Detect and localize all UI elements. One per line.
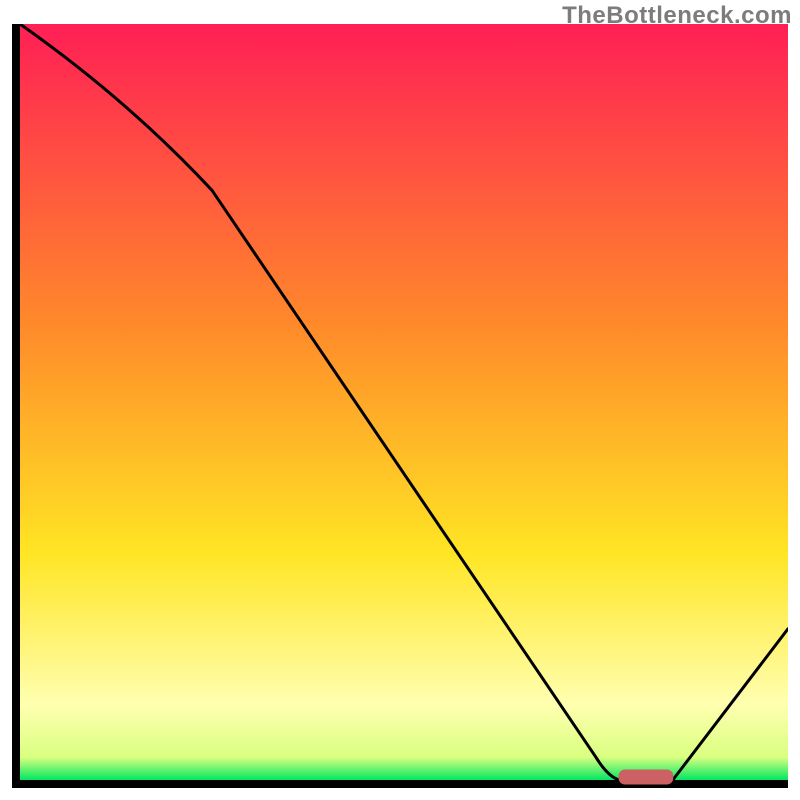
- gradient-rect: [20, 24, 788, 780]
- plot-frame: [12, 24, 788, 788]
- chart-canvas: TheBottleneck.com: [0, 0, 800, 800]
- y-axis: [12, 24, 20, 788]
- optimum-marker: [619, 770, 673, 784]
- plot-svg: [12, 24, 788, 788]
